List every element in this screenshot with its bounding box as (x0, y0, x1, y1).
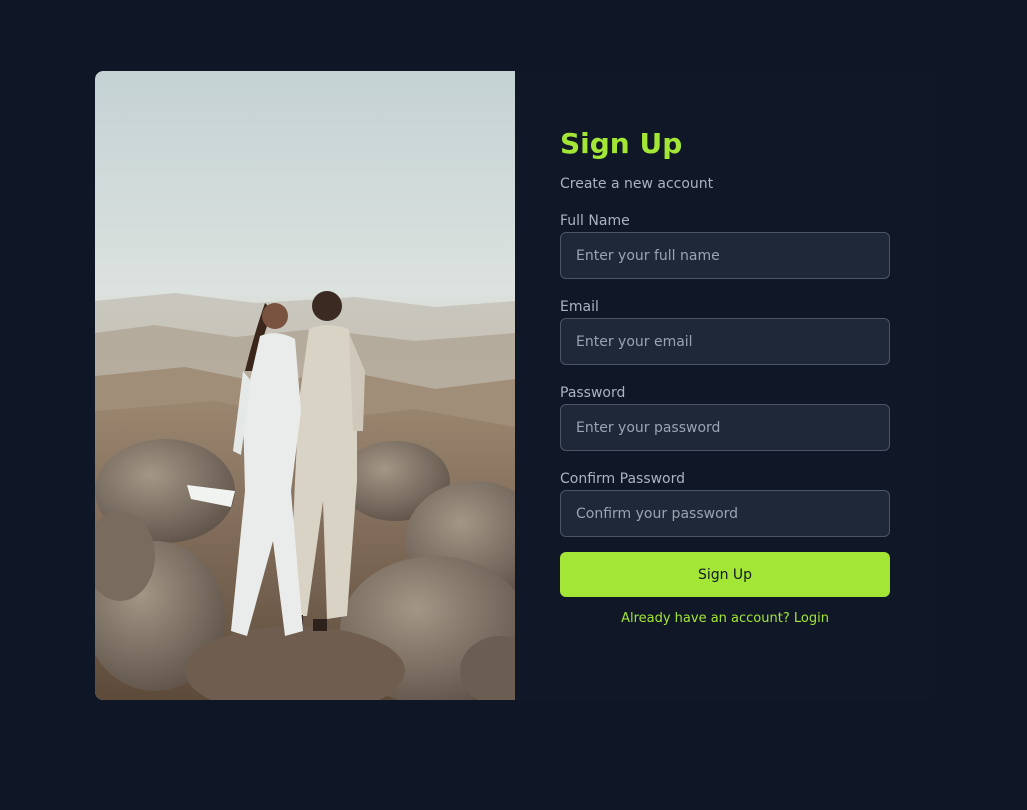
email-input[interactable] (560, 318, 890, 365)
sign-up-button[interactable]: Sign Up (560, 552, 890, 597)
full-name-input[interactable] (560, 232, 890, 279)
signup-card: Sign Up Create a new account Full Name E… (95, 71, 935, 700)
confirm-password-input[interactable] (560, 490, 890, 537)
full-name-label: Full Name (560, 213, 630, 229)
login-prompt: Already have an account? Login (560, 610, 890, 628)
full-name-group: Full Name (560, 212, 890, 279)
email-label: Email (560, 299, 599, 315)
email-group: Email (560, 298, 890, 365)
password-group: Password (560, 384, 890, 451)
password-input[interactable] (560, 404, 890, 451)
signup-form: Sign Up Create a new account Full Name E… (560, 126, 890, 628)
couple-photo (95, 71, 515, 700)
page-title: Sign Up (560, 127, 683, 160)
confirm-password-group: Confirm Password (560, 470, 890, 537)
page-subtitle: Create a new account (560, 176, 714, 192)
confirm-password-label: Confirm Password (560, 471, 686, 487)
login-link[interactable]: Already have an account? Login (621, 611, 829, 626)
password-label: Password (560, 385, 626, 401)
